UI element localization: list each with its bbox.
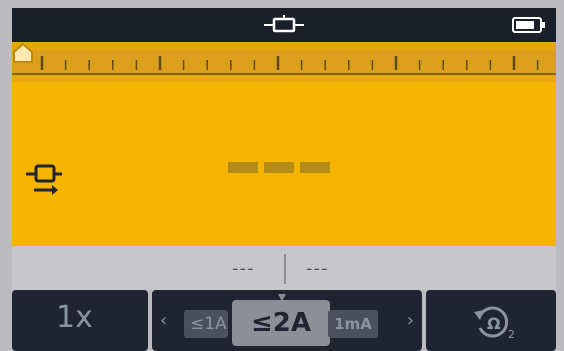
secondary-divider <box>284 254 286 284</box>
continuity-current-icon <box>26 164 62 195</box>
reading-dash <box>300 162 330 173</box>
battery-icon <box>512 17 545 33</box>
reading-dash <box>228 162 258 173</box>
reset-subscript: 2 <box>508 328 515 341</box>
secondary-right-value: --- <box>306 258 329 279</box>
range-selector[interactable]: ‹ ≤1A ≤2A 1mA › <box>152 290 422 351</box>
reading-dash <box>264 162 294 173</box>
meter-screen: --- --- 1x ‹ ≤1A ≤2A 1mA › Ω 2 <box>12 8 556 351</box>
range-option-right[interactable]: 1mA <box>328 310 378 338</box>
chevron-right-icon[interactable]: › <box>407 310 414 331</box>
secondary-left-value: --- <box>232 258 255 279</box>
svg-text:Ω: Ω <box>487 314 501 333</box>
main-display <box>12 82 556 246</box>
status-bar <box>12 8 556 42</box>
chevron-left-icon[interactable]: ‹ <box>160 310 167 331</box>
secondary-readout: --- --- <box>12 246 556 290</box>
ohm-reset-icon: Ω 2 <box>474 306 515 341</box>
range-option-left[interactable]: ≤1A <box>184 310 228 338</box>
primary-reading <box>228 162 330 174</box>
continuity-probe-icon <box>264 15 304 33</box>
ruler-marker-icon <box>13 42 33 63</box>
analog-ruler <box>12 42 556 82</box>
softkey-bar: 1x ‹ ≤1A ≤2A 1mA › Ω 2 <box>12 290 556 351</box>
multiplier-button[interactable]: 1x <box>12 290 148 351</box>
range-option-selected[interactable]: ≤2A <box>232 300 330 346</box>
zero-reset-button[interactable]: Ω 2 <box>426 290 556 351</box>
multiplier-label: 1x <box>56 300 93 335</box>
ruler-ticks <box>12 56 556 75</box>
